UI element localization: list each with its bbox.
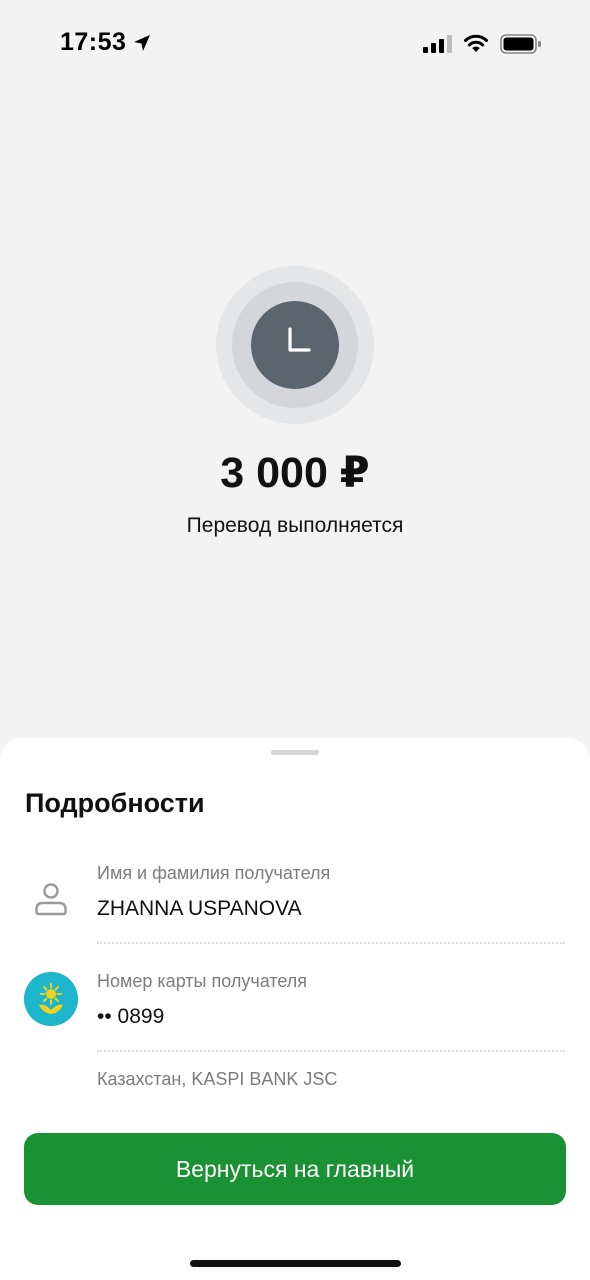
- card-number-value: •• 0899: [97, 1005, 165, 1028]
- transfer-amount: 3 000 ₽: [220, 449, 370, 497]
- status-time: 17:53: [60, 28, 127, 56]
- bank-country-name: Казахстан, KASPI BANK JSC: [97, 1069, 338, 1089]
- divider: [97, 1050, 565, 1052]
- bank-logo-icon: [24, 972, 78, 1026]
- status-bar: 17:53: [0, 0, 590, 90]
- return-home-button[interactable]: Вернуться на главный: [24, 1133, 566, 1205]
- wifi-icon: [464, 34, 488, 52]
- cellular-signal-icon: [423, 35, 452, 53]
- person-icon: [35, 883, 67, 916]
- recipient-name-label: Имя и фамилия получателя: [97, 863, 331, 883]
- home-indicator[interactable]: [190, 1260, 401, 1267]
- location-arrow-icon: [134, 35, 150, 51]
- sheet-drag-handle[interactable]: [271, 750, 319, 755]
- details-title: Подробности: [25, 788, 205, 818]
- divider: [97, 942, 565, 944]
- card-number-label: Номер карты получателя: [97, 971, 308, 991]
- recipient-name-value: ZHANNA USPANOVA: [97, 897, 302, 920]
- transfer-status-indicator: [216, 266, 374, 424]
- transfer-status-text: Перевод выполняется: [186, 514, 404, 537]
- transfer-status-ring: [232, 282, 358, 408]
- details-sheet: Подробности Имя и фамилия получателя ZHA…: [0, 738, 590, 1280]
- battery-icon: [500, 34, 541, 54]
- clock-icon: [288, 327, 311, 352]
- transfer-status-badge: [251, 301, 339, 389]
